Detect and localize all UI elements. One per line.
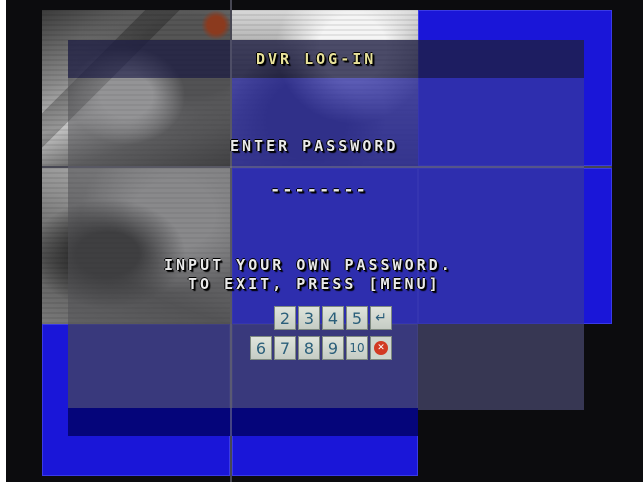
- password-input[interactable]: --------: [270, 180, 368, 200]
- login-dialog-bottom-strip: [68, 408, 418, 436]
- grid-divider-vertical: [230, 0, 232, 482]
- key-9[interactable]: 9: [322, 336, 344, 360]
- instruction-text-line1: INPUT YOUR OWN PASSWORD.: [164, 256, 453, 274]
- key-8[interactable]: 8: [298, 336, 320, 360]
- instruction-text-line2: TO EXIT, PRESS [MENU]: [188, 275, 441, 293]
- key-7[interactable]: 7: [274, 336, 296, 360]
- key-3[interactable]: 3: [298, 306, 320, 330]
- grid-divider-horizontal: [42, 166, 612, 168]
- enter-arrow-icon: ↵: [375, 310, 387, 326]
- number-keypad: 2 3 4 5 ↵ 6 7 8 9 10 ✕: [242, 306, 418, 364]
- key-5[interactable]: 5: [346, 306, 368, 330]
- enter-key[interactable]: ↵: [370, 306, 392, 330]
- key-4[interactable]: 4: [322, 306, 344, 330]
- key-2[interactable]: 2: [274, 306, 296, 330]
- key-10[interactable]: 10: [346, 336, 368, 360]
- cancel-key[interactable]: ✕: [370, 336, 392, 360]
- cancel-icon: ✕: [374, 341, 388, 355]
- key-6[interactable]: 6: [250, 336, 272, 360]
- dialog-title: DVR LOG-IN: [256, 50, 377, 68]
- dvr-screen: DVR LOG-IN ENTER PASSWORD -------- INPUT…: [6, 0, 643, 482]
- password-label: ENTER PASSWORD: [230, 137, 399, 155]
- camera-feed-1-detail: [201, 10, 231, 40]
